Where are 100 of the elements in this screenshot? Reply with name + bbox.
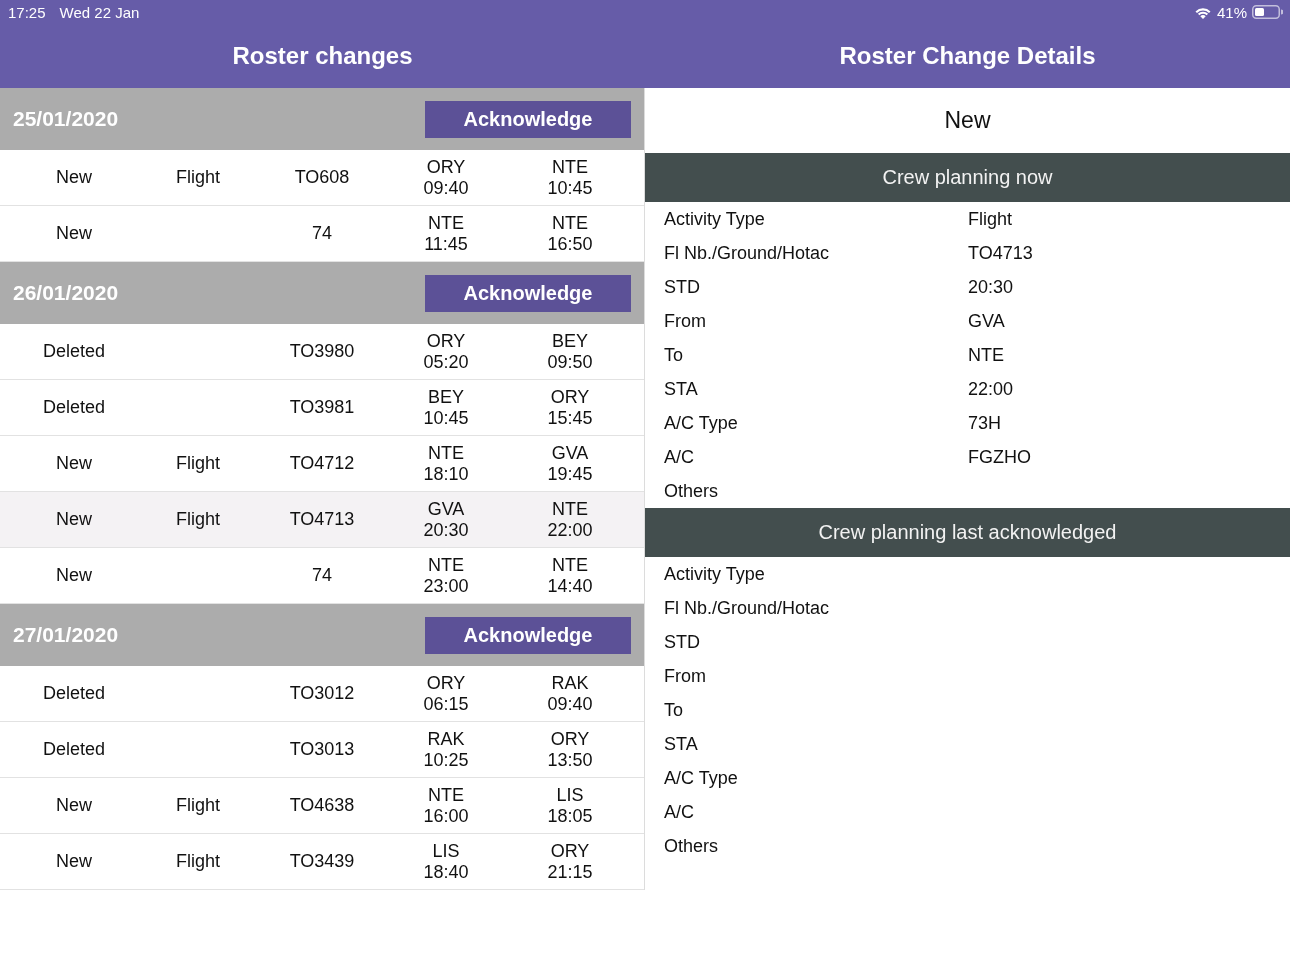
field-label: Fl Nb./Ground/Hotac xyxy=(664,242,830,264)
activity-text: Flight xyxy=(176,453,220,474)
origin-airport-text: RAK xyxy=(427,728,465,750)
wifi-icon xyxy=(1193,5,1212,19)
date-label: 25/01/2020 xyxy=(13,107,119,131)
roster-row[interactable]: Deleted TO3980 ORY 05:20 BEY 09:50 xyxy=(0,324,644,380)
origin-airport-text: NTE xyxy=(428,212,464,234)
departure-time-text: 10:25 xyxy=(423,749,469,771)
acknowledge-button[interactable]: Acknowledge xyxy=(425,274,631,312)
departure-time-text: 05:20 xyxy=(423,351,469,373)
field-label: STA xyxy=(664,378,698,400)
destination-airport-text: NTE xyxy=(552,156,588,178)
screen-title: Roster changes xyxy=(232,42,413,69)
acknowledge-button[interactable]: Acknowledge xyxy=(425,100,631,138)
flight-number-text: TO4712 xyxy=(289,453,355,474)
field-label: STD xyxy=(664,631,700,653)
origin-airport-text: GVA xyxy=(427,498,465,520)
roster-row[interactable]: Deleted TO3013 RAK 10:25 ORY 13:50 xyxy=(0,722,644,778)
departure-time-text: 23:00 xyxy=(423,575,469,597)
field-value: 73H xyxy=(968,412,1002,434)
field-value: 22:00 xyxy=(968,378,1014,400)
arrival-time-text: 18:05 xyxy=(547,805,593,827)
destination-airport-text: ORY xyxy=(550,840,590,862)
flight-number-text: 74 xyxy=(312,223,332,244)
origin-airport-text: ORY xyxy=(426,156,466,178)
field-label: Others xyxy=(664,835,719,857)
destination-airport-text: NTE xyxy=(552,498,588,520)
clock-time: 17:25 xyxy=(8,3,46,21)
acknowledge-button[interactable]: Acknowledge xyxy=(425,616,631,654)
change-type-text: New xyxy=(56,795,92,816)
field-value: 20:30 xyxy=(968,276,1014,298)
destination-airport-text: GVA xyxy=(551,442,589,464)
activity-text: Flight xyxy=(176,795,220,816)
date-label: 27/01/2020 xyxy=(13,623,119,647)
field-label: Fl Nb./Ground/Hotac xyxy=(664,597,830,619)
field-label: A/C xyxy=(664,801,694,823)
activity-text: Flight xyxy=(176,509,220,530)
flight-number-text: TO608 xyxy=(294,167,350,188)
field-label: STA xyxy=(664,733,698,755)
destination-airport-text: ORY xyxy=(550,386,590,408)
change-type-text: New xyxy=(56,167,92,188)
departure-time-text: 18:10 xyxy=(423,463,469,485)
departure-time-text: 18:40 xyxy=(423,861,469,883)
origin-airport-text: BEY xyxy=(427,386,464,408)
activity-text: Flight xyxy=(176,851,220,872)
origin-airport-text: ORY xyxy=(426,672,466,694)
arrival-time-text: 16:50 xyxy=(547,233,593,255)
change-type-text: New xyxy=(56,453,92,474)
origin-airport-text: NTE xyxy=(428,554,464,576)
flight-number-text: TO3439 xyxy=(289,851,355,872)
field-label: Activity Type xyxy=(664,208,765,230)
section-header: Crew planning now xyxy=(645,153,1290,202)
change-type-text: Deleted xyxy=(42,341,105,362)
departure-time-text: 16:00 xyxy=(423,805,469,827)
activity-text: Flight xyxy=(176,167,220,188)
destination-airport-text: NTE xyxy=(552,554,588,576)
departure-time-text: 09:40 xyxy=(423,177,469,199)
destination-airport-text: NTE xyxy=(552,212,588,234)
roster-row[interactable]: New Flight TO4638 NTE 16:00 LIS 18:05 xyxy=(0,778,644,834)
field-value: GVA xyxy=(968,310,1005,332)
change-type-text: New xyxy=(56,565,92,586)
change-type-text: New xyxy=(56,509,92,530)
arrival-time-text: 13:50 xyxy=(547,749,593,771)
roster-row[interactable]: New Flight TO3439 LIS 18:40 ORY 21:15 xyxy=(0,834,644,890)
origin-airport-text: ORY xyxy=(426,330,466,352)
origin-airport-text: NTE xyxy=(428,784,464,806)
flight-number-text: TO4638 xyxy=(289,795,355,816)
field-value: Flight xyxy=(968,208,1012,230)
arrival-time-text: 21:15 xyxy=(547,861,593,883)
arrival-time-text: 09:40 xyxy=(547,693,593,715)
flight-number-text: TO4713 xyxy=(289,509,355,530)
field-label: To xyxy=(664,699,683,721)
departure-time-text: 11:45 xyxy=(424,233,468,255)
change-type-text: Deleted xyxy=(42,683,105,704)
arrival-time-text: 19:45 xyxy=(547,463,593,485)
status-date: Wed 22 Jan xyxy=(59,3,140,21)
section-header: Crew planning last acknowledged xyxy=(645,508,1290,557)
field-label: From xyxy=(664,665,706,687)
date-label: 26/01/2020 xyxy=(13,281,119,305)
field-value: FGZHO xyxy=(968,446,1031,468)
field-label: Activity Type xyxy=(664,563,765,585)
origin-airport-text: NTE xyxy=(428,442,464,464)
arrival-time-text: 14:40 xyxy=(547,575,593,597)
arrival-time-text: 22:00 xyxy=(547,519,593,541)
field-label: A/C Type xyxy=(664,412,738,434)
destination-airport-text: ORY xyxy=(550,728,590,750)
departure-time-text: 10:45 xyxy=(423,407,469,429)
field-value: NTE xyxy=(968,344,1004,366)
field-label: From xyxy=(664,310,706,332)
roster-row[interactable]: Deleted TO3012 ORY 06:15 RAK 09:40 xyxy=(0,666,644,722)
field-value: TO4713 xyxy=(968,242,1033,264)
change-type-text: Deleted xyxy=(42,739,105,760)
roster-row[interactable]: New Flight TO608 ORY 09:40 NTE 10:45 xyxy=(0,150,644,206)
flight-number-text: TO3980 xyxy=(289,341,355,362)
change-status-text: New xyxy=(944,107,991,134)
roster-row[interactable]: New Flight TO4713 GVA 20:30 NTE 22:00 xyxy=(0,492,644,548)
field-label: A/C xyxy=(664,446,694,468)
arrival-time-text: 09:50 xyxy=(547,351,593,373)
destination-airport-text: RAK xyxy=(551,672,589,694)
roster-row[interactable]: Deleted TO3981 BEY 10:45 ORY 15:45 xyxy=(0,380,644,436)
